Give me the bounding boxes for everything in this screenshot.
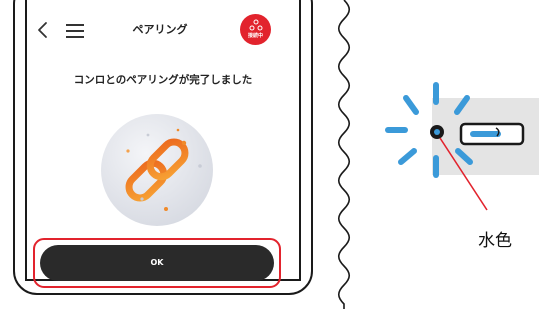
lamp-indicator [385,82,525,211]
page-title: ペアリング [132,23,188,36]
connection-status-badge: 接続中 [240,14,271,45]
screen-edge-left [25,0,27,281]
hamburger-menu-icon[interactable] [66,24,84,38]
chain-link-icon [101,114,213,226]
status-badge-label: 接続中 [247,33,263,39]
network-nodes-icon [249,19,263,31]
indicator-color-label: 水色 [478,231,512,251]
pairing-complete-message: コンロとのペアリングが完了しました [73,74,253,86]
wavy-divider [337,0,351,309]
back-chevron-icon[interactable] [35,21,51,39]
screen-edge-right [299,0,301,281]
ok-button[interactable]: OK [40,245,274,281]
